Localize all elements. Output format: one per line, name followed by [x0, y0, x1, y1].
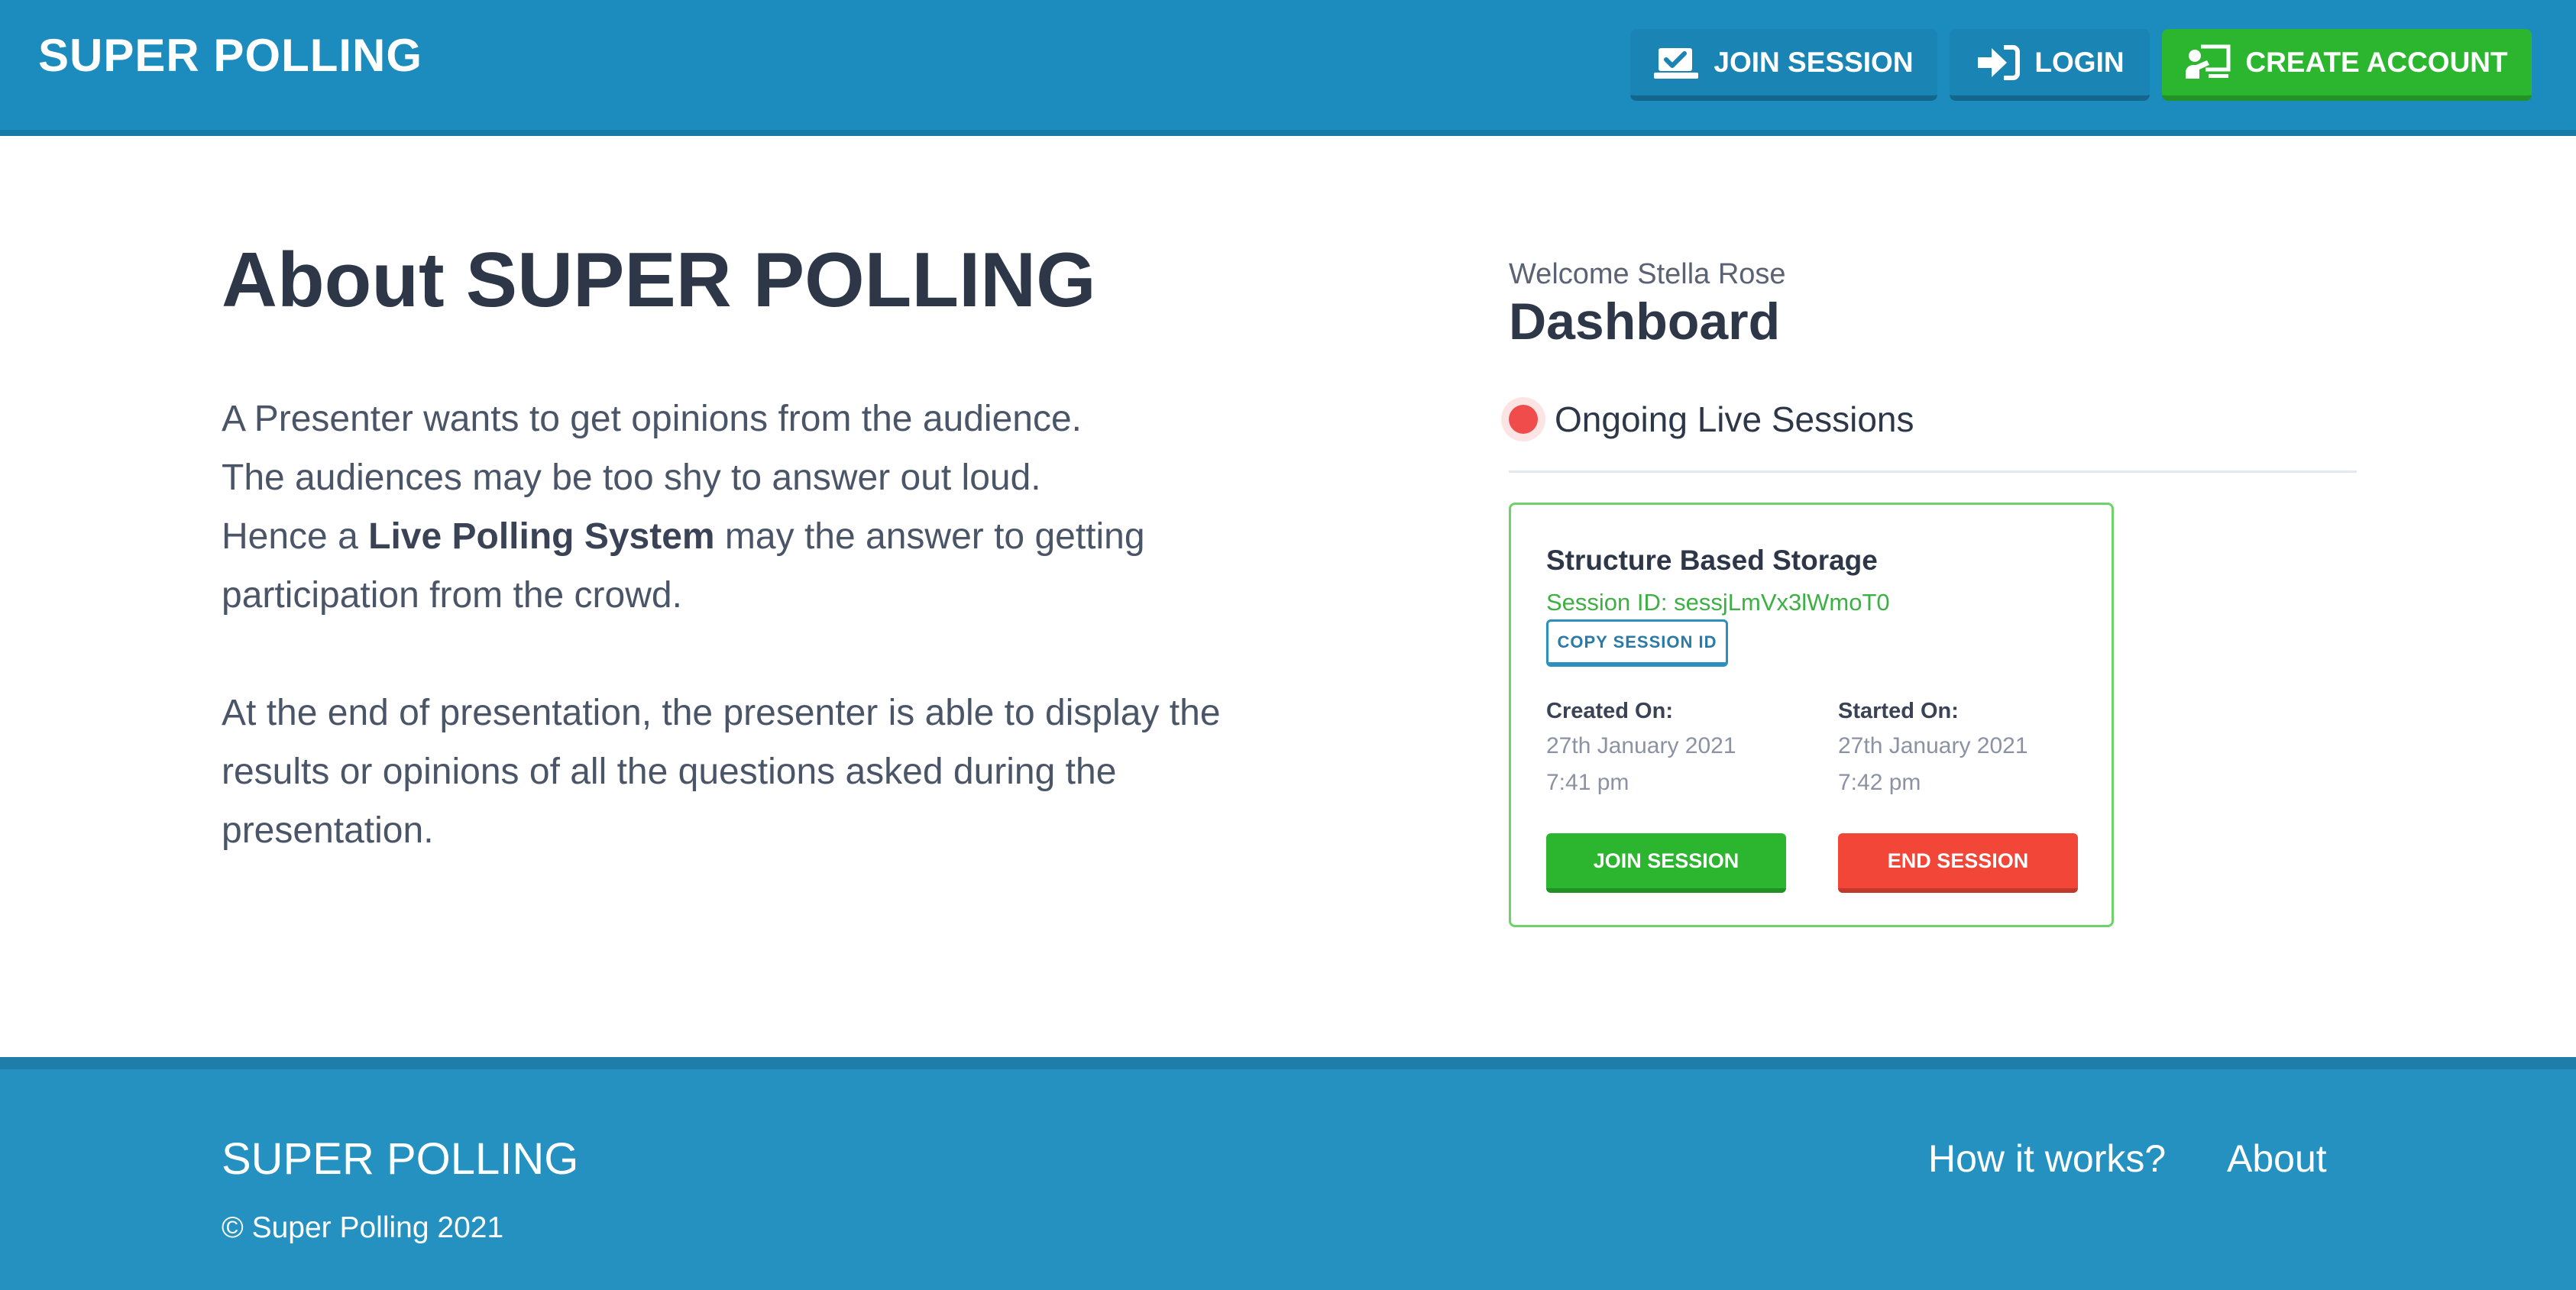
- about-line-2: The audiences may be too shy to answer o…: [222, 457, 1041, 498]
- about-paragraph-1: A Presenter wants to get opinions from t…: [222, 390, 1306, 625]
- started-time: 7:42 pm: [1838, 770, 1921, 795]
- about-paragraph-2: At the end of presentation, the presente…: [222, 693, 1221, 851]
- dashboard-preview: Welcome Stella Rose Dashboard Ongoing Li…: [1509, 252, 2357, 955]
- login-label: LOGIN: [2034, 46, 2125, 78]
- dashboard-title: Dashboard: [1509, 293, 1781, 351]
- started-on-value: 27th January 2021 7:42 pm: [1838, 728, 2028, 801]
- started-date: 27th January 2021: [1838, 733, 2028, 758]
- presenter-board-icon: [2186, 44, 2231, 79]
- login-button[interactable]: LOGIN: [1950, 29, 2150, 101]
- footer-brand: SUPER POLLING: [222, 1134, 579, 1184]
- sign-in-icon: [1978, 44, 2021, 80]
- session-id: Session ID: sessjLmVx3lWmoT0: [1546, 589, 1890, 616]
- started-on-label: Started On:: [1838, 699, 1959, 723]
- created-on-label: Created On:: [1546, 699, 1673, 723]
- ongoing-sessions-heading: Ongoing Live Sessions: [1555, 399, 1914, 439]
- checked-box-icon: [1654, 47, 1699, 79]
- created-date: 27th January 2021: [1546, 733, 1736, 758]
- created-on-value: 27th January 2021 7:41 pm: [1546, 728, 1736, 801]
- session-card: Structure Based Storage Session ID: sess…: [1509, 503, 2114, 927]
- footer-link-about[interactable]: About: [2227, 1136, 2327, 1181]
- about-description: A Presenter wants to get opinions from t…: [222, 390, 1306, 919]
- brand-logo[interactable]: SUPER POLLING: [38, 29, 422, 82]
- footer-copyright: © Super Polling 2021: [222, 1211, 504, 1244]
- card-join-session-button[interactable]: JOIN SESSION: [1546, 833, 1786, 893]
- footer: SUPER POLLING © Super Polling 2021 How i…: [0, 1057, 2576, 1290]
- created-time: 7:41 pm: [1546, 770, 1629, 795]
- copy-session-id-button[interactable]: COPY SESSION ID: [1546, 619, 1728, 667]
- create-account-label: CREATE ACCOUNT: [2245, 46, 2508, 78]
- session-name: Structure Based Storage: [1546, 545, 1878, 576]
- about-title: About SUPER POLLING: [222, 238, 1096, 323]
- live-indicator-icon: [1509, 405, 1538, 434]
- about-line-1: A Presenter wants to get opinions from t…: [222, 399, 1083, 439]
- section-divider: [1509, 470, 2357, 473]
- join-session-button[interactable]: JOIN SESSION: [1630, 29, 1937, 101]
- top-navbar: SUPER POLLING JOIN SESSION LOGIN CREATE …: [0, 0, 2576, 136]
- join-session-label: JOIN SESSION: [1714, 46, 1914, 78]
- welcome-text: Welcome Stella Rose: [1509, 258, 1786, 290]
- end-session-button[interactable]: END SESSION: [1838, 833, 2078, 893]
- about-line-3-bold: Live Polling System: [368, 516, 715, 557]
- footer-link-how-it-works[interactable]: How it works?: [1928, 1136, 2166, 1181]
- create-account-button[interactable]: CREATE ACCOUNT: [2162, 29, 2532, 101]
- about-line-3-prefix: Hence a: [222, 516, 369, 557]
